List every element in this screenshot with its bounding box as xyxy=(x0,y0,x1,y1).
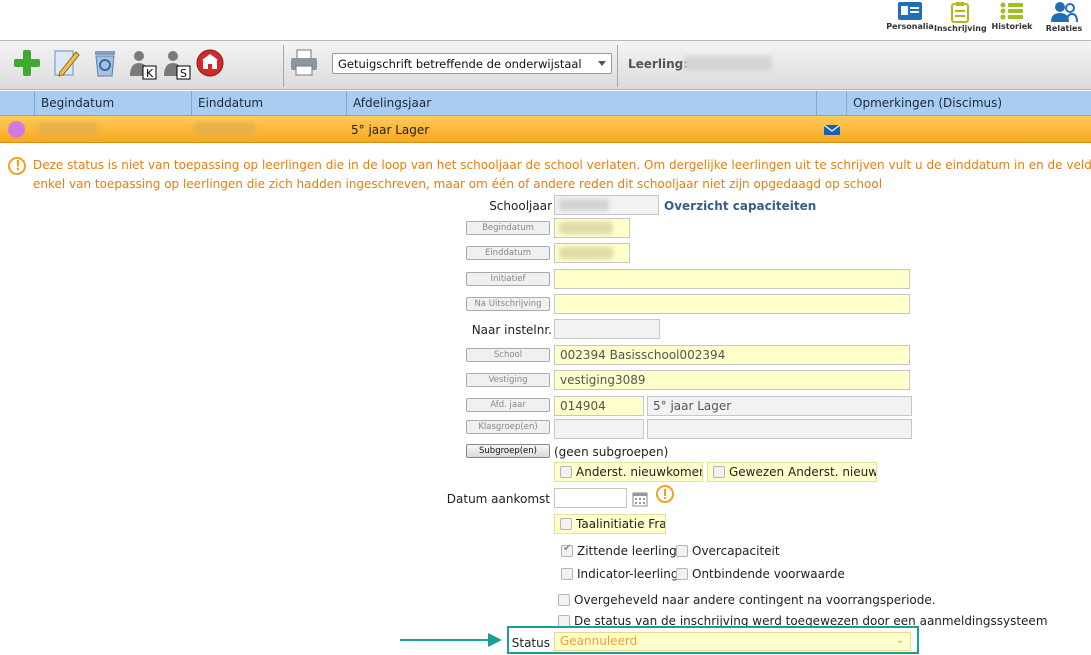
column-opmerkingen[interactable]: Opmerkingen (Discimus) xyxy=(846,91,1091,116)
column-mail[interactable] xyxy=(816,91,846,116)
chevron-down-icon: ⌄ xyxy=(895,635,904,646)
top-navigation: Personalia Inschrijving Historiek Relati… xyxy=(0,0,1091,40)
klasgroep-button[interactable]: Klasgroep(en) xyxy=(466,420,550,434)
chevron-down-icon xyxy=(598,61,606,66)
row-afdelingsjaar: 5° jaar Lager xyxy=(351,123,430,137)
begindatum-button[interactable]: Begindatum xyxy=(466,221,550,235)
nav-label: Personalia xyxy=(886,22,934,31)
person-k-icon[interactable]: K xyxy=(127,48,159,80)
leerling-name-redacted xyxy=(684,56,772,71)
naar-instelnr-label: Naar instelnr. xyxy=(471,323,552,337)
ontbindende-voorwaarde-checkbox[interactable]: Ontbindende voorwaarde xyxy=(676,567,845,581)
datum-aankomst-label: Datum aankomst xyxy=(446,492,550,506)
indicator-leerling-checkbox[interactable]: Indicator-leerling xyxy=(561,567,679,581)
nav-relaties[interactable]: Relaties xyxy=(1038,0,1090,40)
printer-icon[interactable] xyxy=(289,48,319,78)
einddatum-field[interactable] xyxy=(554,243,630,263)
document-select-value: Getuigschrift betreffende de onderwijsta… xyxy=(338,57,582,71)
checkbox-icon xyxy=(558,594,570,606)
leerling-label: Leerling: xyxy=(628,57,688,71)
naar-instelnr-field[interactable] xyxy=(554,319,660,339)
checkbox-icon xyxy=(560,518,572,530)
nav-label: Relaties xyxy=(1045,24,1083,33)
s-badge: S xyxy=(180,67,187,80)
calendar-icon[interactable] xyxy=(632,491,648,507)
warning-message: Deze status is niet van toepassing op le… xyxy=(8,156,1091,194)
people-icon xyxy=(1051,2,1078,23)
subgroep-value: (geen subgroepen) xyxy=(554,445,669,459)
nav-label: Historiek xyxy=(991,22,1033,31)
vestiging-button[interactable]: Vestiging xyxy=(466,373,550,387)
checkbox-icon xyxy=(713,466,725,478)
status-dot xyxy=(8,121,25,138)
initiatief-button[interactable]: Initiatief xyxy=(466,272,550,286)
schooljaar-field[interactable] xyxy=(554,195,659,215)
column-begindatum[interactable]: Begindatum xyxy=(34,91,191,116)
id-card-icon xyxy=(898,2,922,20)
warning-line-1: Deze status is niet van toepassing op le… xyxy=(33,158,1091,172)
gewezen-anderst-checkbox[interactable]: Gewezen Anderst. nieuwk. xyxy=(707,462,877,482)
school-icon[interactable] xyxy=(195,48,225,78)
overcapaciteit-checkbox[interactable]: Overcapaciteit xyxy=(676,544,780,558)
school-button[interactable]: School xyxy=(466,348,550,362)
nav-inschrijving[interactable]: Inschrijving xyxy=(934,0,987,40)
grid-header: Begindatum Einddatum Afdelingsjaar Opmer… xyxy=(0,91,1091,116)
afd-jaar-button[interactable]: Afd. jaar xyxy=(466,398,550,412)
einddatum-button[interactable]: Einddatum xyxy=(466,246,550,260)
datum-aankomst-field[interactable] xyxy=(554,488,627,508)
mail-icon[interactable] xyxy=(823,124,841,136)
begindatum-redacted xyxy=(38,123,98,136)
afd-jaar-code-field[interactable]: 014904 xyxy=(554,396,644,416)
checkbox-icon xyxy=(560,466,572,478)
warning-icon xyxy=(8,157,26,176)
taalinitiatie-checkbox[interactable]: Taalinitiatie Frans xyxy=(554,514,666,534)
checkmark-icon xyxy=(561,543,573,557)
document-select[interactable]: Getuigschrift betreffende de onderwijsta… xyxy=(332,53,612,74)
warning-line-2: enkel van toepassing op leerlingen die z… xyxy=(33,177,883,191)
list-icon xyxy=(1000,2,1023,20)
subgroep-button[interactable]: Subgroep(en) xyxy=(466,444,550,458)
initiatief-field[interactable] xyxy=(554,269,910,289)
column-einddatum[interactable]: Einddatum xyxy=(191,91,346,116)
einddatum-redacted xyxy=(195,123,255,136)
nav-historiek[interactable]: Historiek xyxy=(986,0,1038,40)
status-label: Status xyxy=(511,636,550,650)
checkbox-icon xyxy=(676,545,688,557)
arrow-right-icon xyxy=(488,633,502,647)
status-value: Geannuleerd xyxy=(560,634,638,648)
toolbar: K S Getuigschrift betreffende de onderwi… xyxy=(0,40,1091,90)
highlight-arrow xyxy=(400,639,492,641)
table-row[interactable]: 5° jaar Lager xyxy=(0,116,1091,143)
toolbar-separator xyxy=(283,45,284,87)
klasgroep-name-field xyxy=(647,419,912,439)
schooljaar-label: Schooljaar xyxy=(489,199,552,213)
vestiging-field[interactable]: vestiging3089 xyxy=(554,370,910,390)
k-badge: K xyxy=(146,67,154,80)
recycle-bin-icon[interactable] xyxy=(90,48,120,78)
na-uitschrijving-button[interactable]: Na Uitschrijving xyxy=(466,297,550,311)
nav-personalia[interactable]: Personalia xyxy=(884,0,936,40)
checkbox-icon xyxy=(676,568,688,580)
status-select[interactable]: Geannuleerd ⌄ xyxy=(554,632,911,651)
overgeheveld-checkbox[interactable]: Overgeheveld naar andere contingent na v… xyxy=(558,593,936,607)
na-uitschrijving-field[interactable] xyxy=(554,294,910,314)
overzicht-capaciteiten-link[interactable]: Overzicht capaciteiten xyxy=(664,199,816,213)
anderst-nieuwkomer-checkbox[interactable]: Anderst. nieuwkomer xyxy=(554,462,703,482)
clipboard-icon xyxy=(951,2,969,23)
begindatum-field[interactable] xyxy=(554,218,630,238)
column-afdelingsjaar[interactable]: Afdelingsjaar xyxy=(346,91,816,116)
person-s-icon[interactable]: S xyxy=(161,48,193,80)
nav-label: Inschrijving xyxy=(934,24,987,33)
checkbox-icon xyxy=(561,568,573,580)
zittende-leerling-checkbox[interactable]: Zittende leerling xyxy=(561,543,677,558)
klasgroep-code-field[interactable] xyxy=(554,419,644,439)
school-field[interactable]: 002394 Basisschool002394 xyxy=(554,345,910,365)
edit-icon[interactable] xyxy=(52,48,80,78)
add-icon[interactable] xyxy=(12,48,42,78)
afd-jaar-name-field: 5° jaar Lager xyxy=(647,396,912,416)
info-icon[interactable] xyxy=(656,485,674,503)
toolbar-separator xyxy=(617,45,618,87)
